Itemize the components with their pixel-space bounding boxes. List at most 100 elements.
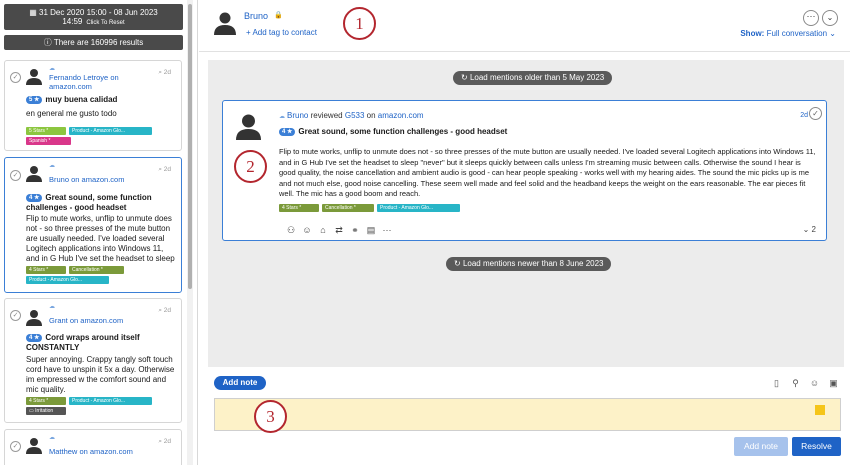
refresh-icon: ↻ — [461, 73, 470, 82]
amazon-icon: ☁ — [49, 66, 55, 72]
more-icon[interactable]: ··· — [379, 225, 395, 235]
assign-user-icon[interactable]: ⚇ — [283, 225, 299, 236]
lock-icon: 🔒 — [274, 12, 283, 19]
card-author[interactable]: Grant on amazon.com — [49, 316, 149, 325]
more-options-icon[interactable]: ··· — [803, 10, 819, 26]
chevron-down-icon: ⌄ — [829, 29, 836, 38]
card-body: en general me gusto todo — [26, 109, 117, 118]
tag: Cancellation * — [322, 204, 374, 212]
tag: 5 Stars * — [26, 127, 66, 135]
add-note-button[interactable]: Add note — [734, 437, 788, 456]
load-newer-button[interactable]: ↻ Load mentions newer than 8 June 2023 — [446, 257, 612, 271]
tag: 4 Stars * — [26, 397, 66, 405]
load-older-button[interactable]: ↻ Load mentions older than 5 May 2023 — [453, 71, 613, 85]
card-title: 4 ★ Cord wraps around itself CONSTANTLY — [26, 333, 140, 352]
note-toolbar: ▯ ⚲ ☺ ▣ — [767, 378, 843, 389]
chevron-down-icon: ⌄ — [802, 225, 812, 234]
link-icon[interactable]: ⚭ — [347, 225, 363, 236]
amazon-icon: ☁ — [49, 435, 55, 441]
tag: Product - Amazon Glo... — [377, 204, 460, 212]
translate-icon[interactable]: ⇄ — [331, 225, 347, 236]
document-icon[interactable]: ▯ — [767, 378, 786, 389]
message-body: Flip to mute works, unflip to unmute doe… — [279, 147, 816, 198]
message-title: 4 ★ Great sound, some function challenges… — [279, 127, 507, 136]
mention-card[interactable]: ✓ ☁ ⌕ 2d Matthew on amazon.com — [4, 429, 182, 465]
card-age: ⌕ 2d — [158, 438, 171, 445]
tag: 4 Stars * — [279, 204, 319, 212]
card-author[interactable]: Fernando Letroye on amazon.com — [49, 73, 149, 91]
tag: Product - Amazon Glo... — [69, 397, 152, 405]
attachment-icon[interactable]: ⚲ — [786, 378, 805, 389]
annotation-marker: 1 — [343, 7, 376, 40]
annotation-marker: 2 — [234, 150, 267, 183]
chevron-down-icon[interactable]: ⌄ — [822, 10, 838, 26]
avatar — [26, 166, 42, 182]
card-author[interactable]: Matthew on amazon.com — [49, 447, 149, 456]
mention-card[interactable]: ✓ ☁ ⌕ 2d Fernando Letroye on amazon.com … — [4, 60, 182, 151]
amazon-icon: ☁ — [49, 163, 55, 169]
note-color-swatch[interactable] — [815, 405, 825, 415]
mentions-sidebar: ▦ 31 Dec 2020 15:00 - 08 Jun 2023 14:59 C… — [0, 0, 198, 465]
calendar-icon: ▦ — [29, 8, 39, 17]
tag: Product - Amazon Glo... — [26, 276, 109, 284]
tag: Cancellation * — [69, 266, 124, 274]
note-input[interactable] — [214, 398, 841, 431]
contact-avatar — [214, 12, 236, 35]
tag: 4 Stars * — [26, 266, 66, 274]
reset-label[interactable]: Click To Reset — [86, 20, 124, 26]
mention-message: ☁ Bruno reviewed G533 on amazon.com 2d ✓ … — [222, 100, 827, 241]
avatar — [26, 69, 42, 85]
results-count: ⓘ There are 160996 results — [4, 35, 183, 50]
message-age: 2d — [800, 112, 808, 119]
info-icon: ⓘ — [43, 38, 54, 47]
tag: Spanish * — [26, 137, 71, 145]
sentiment-icon[interactable]: ☺ — [299, 225, 315, 235]
emoji-icon[interactable]: ☺ — [805, 378, 824, 388]
annotation-marker: 3 — [254, 400, 287, 433]
card-body: Super annoying. Crappy tangly soft touch… — [26, 355, 175, 394]
message-source: ☁ Bruno reviewed G533 on amazon.com — [279, 111, 424, 120]
date-range: 31 Dec 2020 15:00 - 08 Jun 2023 — [39, 8, 158, 17]
check-icon[interactable]: ✓ — [10, 310, 21, 321]
check-icon[interactable]: ✓ — [809, 107, 822, 120]
date-range-filter[interactable]: ▦ 31 Dec 2020 15:00 - 08 Jun 2023 14:59 C… — [4, 4, 183, 30]
tag: Product - Amazon Glo... — [69, 127, 152, 135]
star-rating-badge: 4 ★ — [279, 128, 296, 136]
avatar — [26, 310, 42, 326]
add-note-tab[interactable]: Add note — [214, 376, 266, 390]
template-icon[interactable]: ▣ — [824, 378, 843, 389]
card-body: Flip to mute works, unflip to unmute doe… — [26, 214, 175, 263]
clipboard-icon[interactable]: ▤ — [363, 225, 379, 236]
conversation-header: Bruno 🔒 + Add tag to contact ··· ⌄ Show:… — [199, 0, 850, 52]
conversation-area: ↻ Load mentions older than 5 May 2023 ☁ B… — [208, 60, 844, 367]
tag: ▭ Irritation — [26, 407, 66, 415]
contact-name[interactable]: Bruno — [244, 11, 268, 21]
replies-toggle[interactable]: ⌄ 2 — [803, 225, 816, 234]
author-avatar — [236, 114, 261, 140]
star-rating-badge: 4 ★ — [26, 334, 43, 342]
sidebar-scroll-thumb[interactable] — [188, 4, 192, 289]
check-icon[interactable]: ✓ — [10, 441, 21, 452]
show-filter[interactable]: Show: Full conversation ⌄ — [740, 29, 836, 38]
star-rating-badge: 5 ★ — [26, 96, 43, 104]
card-title: 5 ★ muy buena calidad — [26, 95, 178, 105]
check-icon[interactable]: ✓ — [10, 72, 21, 83]
resolve-button[interactable]: Resolve — [792, 437, 841, 456]
check-icon[interactable]: ✓ — [10, 170, 21, 181]
mention-card-selected[interactable]: ✓ ☁ ⌕ 2d Bruno on amazon.com 4 ★ Great so… — [4, 157, 182, 293]
date-time: 14:59 — [62, 17, 83, 26]
card-age: ⌕ 2d — [158, 307, 171, 314]
refresh-icon: ↻ — [454, 259, 463, 268]
message-toolbar: ⚇ ☺ ⌂ ⇄ ⚭ ▤ ··· — [283, 225, 395, 236]
card-author[interactable]: Bruno on amazon.com — [49, 175, 149, 184]
amazon-icon: ☁ — [49, 304, 55, 310]
card-age: ⌕ 2d — [158, 166, 171, 173]
card-age: ⌕ 2d — [158, 69, 171, 76]
mention-card[interactable]: ✓ ☁ ⌕ 2d Grant on amazon.com 4 ★ Cord wra… — [4, 298, 182, 423]
star-rating-badge: 4 ★ — [26, 194, 43, 202]
avatar — [26, 438, 42, 454]
amazon-icon: ☁ — [279, 114, 285, 120]
card-title: 4 ★ Great sound, some function challenges… — [26, 193, 152, 212]
tag-icon[interactable]: ⌂ — [315, 225, 331, 235]
add-tag-link[interactable]: + Add tag to contact — [246, 28, 317, 37]
